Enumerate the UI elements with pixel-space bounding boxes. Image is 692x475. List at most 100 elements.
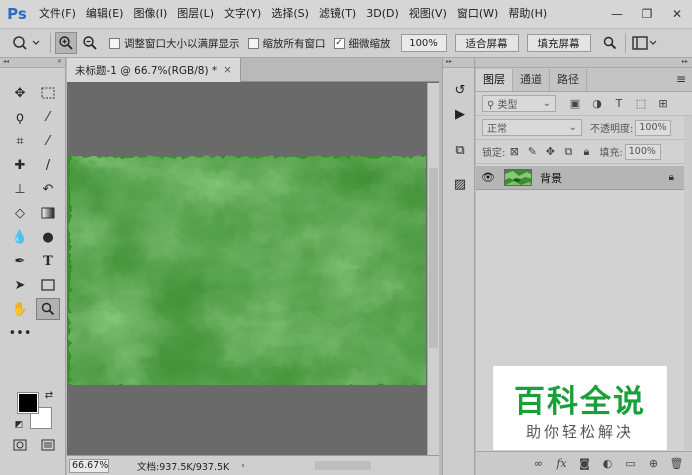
search-icon[interactable] [599, 32, 621, 54]
crop-tool-icon[interactable]: ⌗ [8, 130, 32, 152]
lock-transparent-pixels-icon[interactable]: ⊠ [505, 145, 523, 158]
marquee-tool-icon[interactable] [36, 82, 60, 104]
3d-panel-icon[interactable]: ⧉ [448, 138, 472, 162]
menu-type[interactable]: 文字(Y) [219, 0, 266, 28]
delete-layer-icon[interactable]: 🗑︎ [665, 457, 688, 470]
canvas[interactable] [68, 155, 426, 385]
dodge-tool-icon[interactable]: ● [36, 226, 60, 248]
layers-panel-header[interactable]: ▸▸ [476, 58, 692, 68]
zoom-tool-icon[interactable] [36, 298, 60, 320]
clone-stamp-tool-icon[interactable]: ⊥ [8, 178, 32, 200]
blend-mode-select[interactable]: 正常 ⌄ [482, 119, 582, 136]
document-tab[interactable]: 未标题-1 @ 66.7%(RGB/8) * × [67, 58, 241, 82]
fill-field[interactable]: 100% [624, 143, 661, 160]
fit-screen-button[interactable]: 适合屏幕 [454, 34, 519, 52]
blur-tool-icon[interactable]: 💧 [8, 226, 32, 248]
tab-paths[interactable]: 路径 [550, 69, 587, 91]
document-size-info[interactable]: 文档:937.5K/937.5K [137, 459, 229, 473]
adjustment-layer-filter-icon[interactable]: ◑ [586, 97, 608, 110]
new-group-icon[interactable]: ▭ [619, 457, 642, 470]
move-tool-icon[interactable]: ✥ [8, 82, 32, 104]
menu-help[interactable]: 帮助(H) [503, 0, 552, 28]
zoom-all-windows-checkbox[interactable] [247, 37, 259, 49]
magic-wand-tool-icon[interactable]: ⁄ [36, 106, 60, 128]
horizontal-scroll-thumb[interactable] [315, 461, 371, 470]
minimize-icon[interactable]: — [602, 0, 632, 28]
new-layer-icon[interactable]: ⊕ [642, 457, 665, 470]
restore-icon[interactable]: ❐ [632, 0, 662, 28]
type-tool-icon[interactable]: T [36, 250, 60, 272]
zoom-in-icon[interactable] [55, 32, 77, 54]
opacity-field[interactable]: 100% [635, 119, 672, 136]
menu-edit[interactable]: 编辑(E) [81, 0, 129, 28]
scrubby-zoom-checkbox[interactable]: ✓ [333, 37, 345, 49]
menu-filter[interactable]: 滤镜(T) [314, 0, 361, 28]
link-layers-icon[interactable]: ∞ [527, 457, 550, 470]
history-panel-icon[interactable]: ↺ [448, 78, 472, 102]
layer-style-icon[interactable]: fx [550, 457, 573, 470]
swap-colors-icon[interactable]: ⇄ [42, 388, 56, 402]
resize-window-option[interactable]: 调整窗口大小以满屏显示 [109, 36, 240, 51]
screen-mode-icon[interactable] [36, 434, 60, 456]
menu-image[interactable]: 图像(I) [128, 0, 172, 28]
default-colors-icon[interactable]: ◩ [12, 418, 26, 432]
layer-filter-row: ⚲ 类型 ⌄ ▣ ◑ T ⬚ ⊞ [476, 92, 692, 116]
foreground-color-swatch[interactable] [17, 392, 39, 414]
zoom-percent-field[interactable]: 100% [400, 34, 447, 52]
zoom-tool-preset-icon[interactable] [8, 32, 46, 54]
history-brush-tool-icon[interactable]: ↶ [36, 178, 60, 200]
brush-tool-icon[interactable]: / [36, 154, 60, 176]
layers-panel-scrollbar[interactable] [684, 116, 692, 450]
lock-artboard-icon[interactable]: ⧉ [559, 145, 577, 159]
lock-all-icon[interactable]: 🔒︎ [577, 145, 595, 159]
lock-image-pixels-icon[interactable]: ✎ [523, 145, 541, 158]
menu-layer[interactable]: 图层(L) [172, 0, 219, 28]
lasso-tool-icon[interactable]: ϙ [8, 106, 32, 128]
horizontal-scrollbar[interactable] [295, 459, 427, 472]
lock-position-icon[interactable]: ✥ [541, 145, 559, 158]
menu-view[interactable]: 视图(V) [404, 0, 452, 28]
eyedropper-tool-icon[interactable]: ⁄ [36, 130, 60, 152]
more-tools-icon[interactable]: ••• [8, 322, 32, 344]
menu-file[interactable]: 文件(F) [34, 0, 81, 28]
shape-layer-filter-icon[interactable]: ⬚ [630, 97, 652, 110]
gradient-tool-icon[interactable] [36, 202, 60, 224]
rectangle-tool-icon[interactable] [36, 274, 60, 296]
menu-3d[interactable]: 3D(D) [361, 0, 404, 28]
add-mask-icon[interactable]: ◙ [573, 457, 596, 470]
close-document-icon[interactable]: × [223, 64, 232, 76]
scrubby-zoom-option[interactable]: ✓ 细微缩放 [333, 36, 391, 51]
zoom-all-windows-option[interactable]: 缩放所有窗口 [247, 36, 326, 51]
vertical-scrollbar[interactable] [427, 83, 439, 455]
properties-panel-icon[interactable]: ▨ [448, 172, 472, 196]
hand-tool-icon[interactable]: ✋ [8, 298, 32, 320]
tab-layers[interactable]: 图层 [476, 69, 513, 91]
type-layer-filter-icon[interactable]: T [608, 97, 630, 110]
panel-menu-icon[interactable]: ≡ [676, 72, 686, 86]
healing-brush-tool-icon[interactable]: ✚ [8, 154, 32, 176]
menu-select[interactable]: 选择(S) [266, 0, 314, 28]
eraser-tool-icon[interactable]: ◇ [8, 202, 32, 224]
vertical-scroll-thumb[interactable] [429, 168, 438, 348]
status-zoom-field[interactable]: 66.67% [69, 458, 109, 473]
actions-play-icon[interactable]: ▶ [448, 102, 472, 126]
tab-channels[interactable]: 通道 [513, 69, 550, 91]
smart-object-filter-icon[interactable]: ⊞ [652, 97, 674, 110]
layer-row-background[interactable]: 👁︎ 背景 🔒︎ [476, 166, 684, 190]
eye-icon[interactable]: 👁︎ [476, 171, 500, 184]
quick-mask-icon[interactable] [8, 434, 32, 456]
menu-window[interactable]: 窗口(W) [452, 0, 503, 28]
zoom-out-icon[interactable] [79, 32, 101, 54]
adjustment-layer-icon[interactable]: ◐ [596, 457, 619, 470]
layer-kind-filter-select[interactable]: ⚲ 类型 ⌄ [482, 95, 556, 112]
status-menu-arrow-icon[interactable]: › [241, 461, 245, 471]
workspace-switcher-icon[interactable] [630, 32, 660, 54]
pixel-layer-filter-icon[interactable]: ▣ [564, 97, 586, 110]
fill-screen-button[interactable]: 填充屏幕 [526, 34, 591, 52]
pen-tool-icon[interactable]: ✒ [8, 250, 32, 272]
dock-header[interactable]: ▸▸ [443, 58, 474, 68]
toolbox-header[interactable]: ◂◂ ✕ [0, 58, 65, 68]
path-selection-tool-icon[interactable]: ➤ [8, 274, 32, 296]
close-icon[interactable]: ✕ [662, 0, 692, 28]
resize-window-checkbox[interactable] [109, 37, 120, 49]
